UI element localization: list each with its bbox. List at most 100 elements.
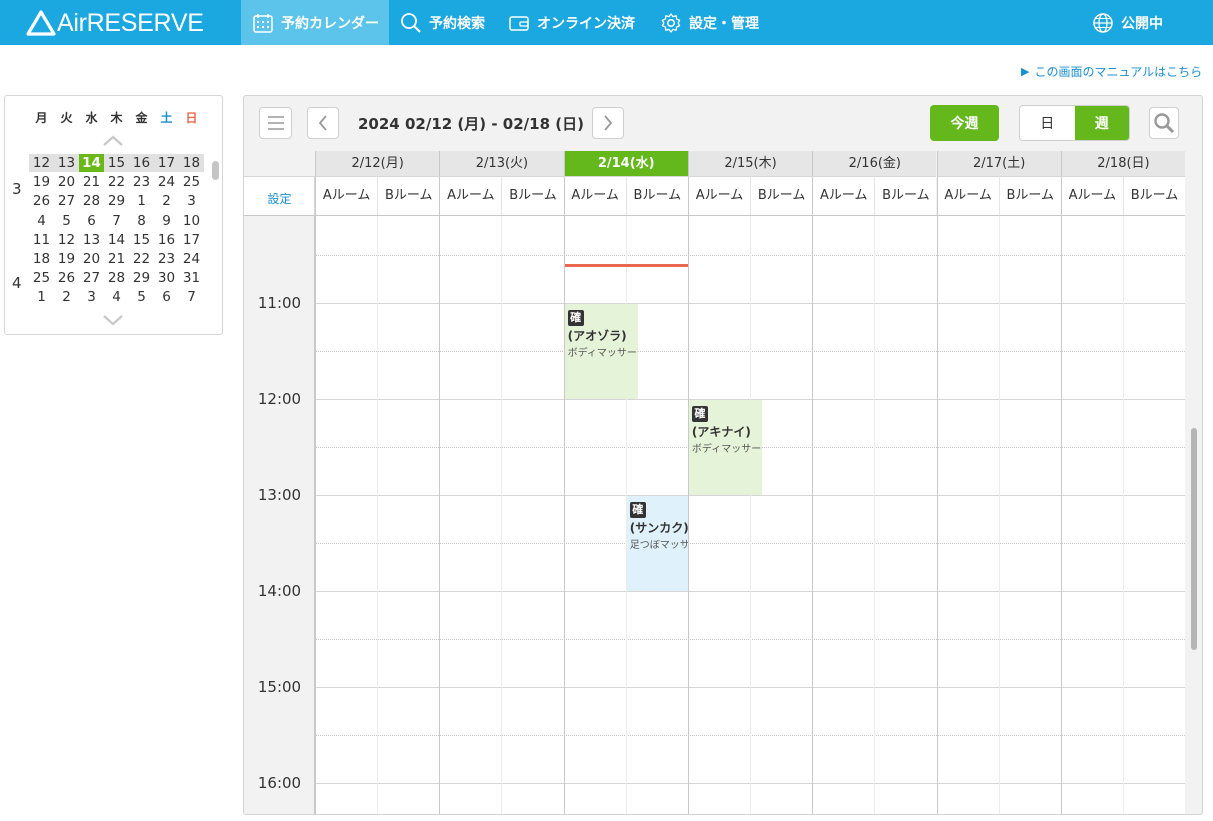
mini-calendar-day[interactable]: 24: [154, 173, 179, 191]
logo-text: AirRESERVE: [57, 8, 204, 37]
mini-calendar-day[interactable]: 12: [54, 231, 79, 249]
prev-week-button[interactable]: [307, 107, 339, 139]
mini-calendar-scrollbar[interactable]: [212, 161, 219, 180]
mini-calendar-day[interactable]: 4: [104, 288, 129, 303]
mini-calendar-day[interactable]: 17: [179, 231, 204, 249]
mini-calendar-day[interactable]: 29: [129, 269, 154, 287]
day-header[interactable]: 2/12(月): [315, 151, 440, 176]
mini-calendar-day[interactable]: 21: [79, 173, 104, 191]
time-column: 10:00 11:00 12:00 13:00 14:00 15:00 16:00: [244, 216, 315, 814]
mini-calendar-day[interactable]: 27: [79, 269, 104, 287]
mini-calendar-day[interactable]: 20: [54, 173, 79, 191]
mini-calendar-day[interactable]: 28: [104, 269, 129, 287]
mini-calendar-day[interactable]: 4: [29, 212, 54, 230]
airreserve-logo[interactable]: AirRESERVE: [26, 9, 204, 37]
day-header[interactable]: 2/18(日): [1060, 151, 1186, 176]
menu-button[interactable]: [259, 107, 292, 139]
mini-calendar-day[interactable]: 28: [79, 192, 104, 210]
day-header[interactable]: 2/16(金): [812, 151, 937, 176]
mini-calendar-day[interactable]: 15: [104, 154, 129, 172]
mini-calendar-day[interactable]: 14: [104, 231, 129, 249]
mini-calendar-days: 12 13 14 15 16 17 18 19 20 21 22 23 24 25 26 27 28 29 1 2 3 4…: [5, 153, 215, 303]
mini-calendar-day[interactable]: 13: [54, 154, 79, 172]
day-header[interactable]: 2/14(水): [563, 151, 688, 176]
mini-calendar-day[interactable]: 7: [179, 288, 204, 303]
public-status[interactable]: 公開中: [1092, 0, 1163, 45]
nav-reservation-calendar[interactable]: 予約カレンダー: [241, 0, 389, 45]
mini-calendar-day[interactable]: 18: [179, 154, 204, 172]
mini-calendar-day[interactable]: 31: [179, 269, 204, 287]
mini-calendar-day[interactable]: 25: [179, 173, 204, 191]
mini-calendar-day[interactable]: 5: [54, 212, 79, 230]
mini-calendar-day[interactable]: 13: [79, 231, 104, 249]
time-label: 14:00: [257, 582, 302, 600]
mini-calendar-day[interactable]: 20: [79, 250, 104, 268]
mini-calendar-day[interactable]: 6: [154, 288, 179, 303]
nav-reservation-search[interactable]: 予約検索: [400, 0, 485, 45]
mini-calendar-day[interactable]: 26: [54, 269, 79, 287]
day-header[interactable]: 2/15(木): [687, 151, 813, 176]
day-header[interactable]: 2/17(土): [936, 151, 1061, 176]
column-gridline: [377, 216, 379, 814]
mini-calendar-day[interactable]: 12: [29, 154, 54, 172]
mini-calendar-day[interactable]: 18: [29, 250, 54, 268]
mini-calendar-day[interactable]: 19: [29, 173, 54, 191]
time-label: 15:00: [257, 678, 302, 696]
day-view-button[interactable]: 日: [1020, 106, 1075, 140]
mini-calendar-day[interactable]: 19: [54, 250, 79, 268]
manual-link[interactable]: ▶ この画面のマニュアルはこちら: [1021, 63, 1202, 80]
mini-calendar-day[interactable]: 23: [129, 173, 154, 191]
reservation-name: (アキナイ): [691, 425, 751, 439]
mini-calendar-day[interactable]: 2: [154, 192, 179, 210]
mini-calendar-day[interactable]: 16: [154, 231, 179, 249]
mini-calendar-day[interactable]: 27: [54, 192, 79, 210]
mini-calendar-day[interactable]: 3: [79, 288, 104, 303]
chevron-up-icon[interactable]: [102, 134, 124, 148]
calendar-time-grid[interactable]: 10:00 11:00 12:00 13:00 14:00 15:00 16:00 確 (アオ…: [244, 215, 1185, 814]
mini-calendar-day[interactable]: 29: [104, 192, 129, 210]
mini-calendar-day[interactable]: 21: [104, 250, 129, 268]
mini-calendar-day[interactable]: 30: [154, 269, 179, 287]
reservation-block[interactable]: 確 (サンカク) 足つぼマッサージ: [626, 496, 688, 591]
mini-calendar-day[interactable]: 16: [129, 154, 154, 172]
mini-calendar-day[interactable]: 1: [129, 192, 154, 210]
reservation-block[interactable]: 確 (アキナイ) ボディマッサージ: [688, 400, 763, 495]
mini-calendar-day[interactable]: 2: [54, 288, 79, 303]
mini-calendar-day[interactable]: 22: [104, 173, 129, 191]
settings-link[interactable]: 設定: [244, 176, 315, 215]
next-week-button[interactable]: [592, 107, 624, 139]
mini-calendar-day[interactable]: 10: [179, 212, 204, 230]
mini-calendar-day[interactable]: 14: [79, 154, 104, 172]
room-header: Aルーム: [1060, 176, 1123, 215]
this-week-button[interactable]: 今週: [930, 105, 999, 141]
mini-calendar-day[interactable]: 3: [179, 192, 204, 210]
magnifier-icon: [1154, 113, 1175, 134]
reservation-block[interactable]: 確 (アオゾラ) ボディマッサージ: [564, 304, 638, 399]
mini-calendar-day[interactable]: 26: [29, 192, 54, 210]
nav-settings-management[interactable]: 設定・管理: [660, 0, 759, 45]
mini-calendar-day[interactable]: 1: [29, 288, 54, 303]
globe-icon: [1093, 12, 1113, 33]
mini-calendar-day[interactable]: 23: [154, 250, 179, 268]
logo-mark-icon: [26, 10, 56, 36]
calendar-scrollbar[interactable]: [1191, 428, 1197, 650]
mini-calendar-day[interactable]: 22: [129, 250, 154, 268]
mini-calendar-day[interactable]: 5: [129, 288, 154, 303]
mini-calendar-day[interactable]: 11: [29, 231, 54, 249]
mini-calendar-day[interactable]: 17: [154, 154, 179, 172]
nav-online-payment[interactable]: オンライン決済: [508, 0, 635, 45]
mini-calendar-day[interactable]: 8: [129, 212, 154, 230]
mini-calendar-day[interactable]: 9: [154, 212, 179, 230]
chevron-down-icon[interactable]: [102, 313, 124, 327]
mini-calendar-day[interactable]: 15: [129, 231, 154, 249]
mini-calendar-day[interactable]: 24: [179, 250, 204, 268]
day-header[interactable]: 2/13(火): [439, 151, 564, 176]
column-gridline: [936, 216, 938, 814]
mini-calendar: 月 火 水 木 金 土 日 12 13 14 15 16 17 18 19 20 21 22 23 24…: [4, 95, 223, 335]
search-button[interactable]: [1149, 107, 1179, 139]
mini-calendar-day[interactable]: 25: [29, 269, 54, 287]
mini-calendar-day[interactable]: 7: [104, 212, 129, 230]
mini-calendar-day[interactable]: 6: [79, 212, 104, 230]
nav-label: 予約検索: [429, 15, 485, 32]
week-view-button[interactable]: 週: [1074, 106, 1129, 140]
